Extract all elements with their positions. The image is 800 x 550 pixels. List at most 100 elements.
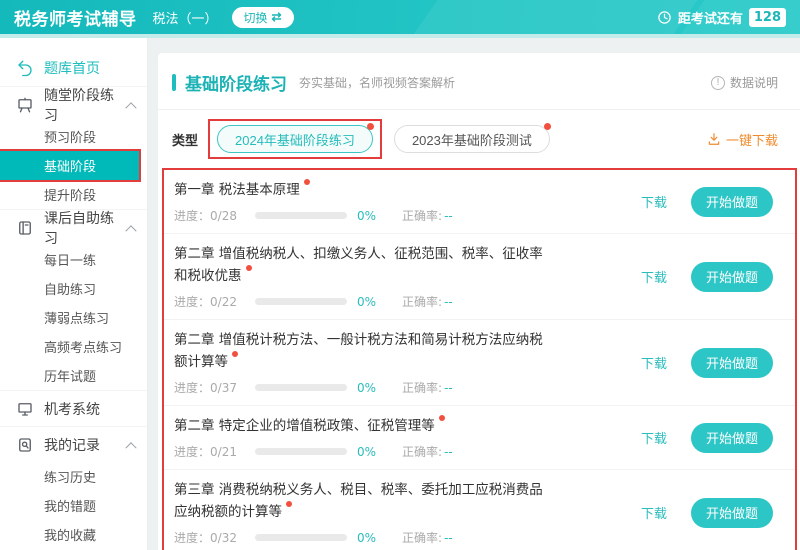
data-note-link[interactable]: ! 数据说明 (710, 74, 778, 91)
switch-button[interactable]: 切换 ⇄ (231, 6, 294, 28)
progress-label: 进度： (174, 381, 211, 395)
progress-value: 0/21 (210, 444, 237, 459)
progress-percent: 0% (356, 530, 377, 545)
chapter-title: 第三章 消费税纳税义务人、税目、税率、委托加工应税消费品应纳税额的计算等 (174, 482, 543, 520)
easel-icon (16, 96, 34, 114)
chapter-info: 第一章 税法基本原理 进度： 0/28 0% 正确率: -- (174, 179, 453, 224)
progress-label: 进度： (174, 445, 211, 459)
sidebar-item-11[interactable]: 机考系统 (0, 390, 147, 426)
sidebar-item-label: 课后自助练习 (44, 210, 114, 247)
chapter-actions: 下载 开始做题 (641, 422, 783, 453)
sidebar-item-3-selected[interactable]: 基础阶段 (0, 151, 139, 180)
sidebar-item-6[interactable]: 每日一练 (0, 245, 147, 274)
accuracy-value: -- (444, 294, 453, 309)
sidebar-item-14[interactable]: 我的错题 (0, 491, 147, 520)
start-button[interactable]: 开始做题 (690, 497, 773, 528)
chapter-title: 第二章 增值税计税方法、一般计税方法和简易计税方法应纳税额计算等 (174, 332, 543, 370)
sidebar-item-0[interactable]: 题库首页 (0, 50, 147, 86)
chapter-actions: 下载 开始做题 (641, 261, 783, 292)
start-button[interactable]: 开始做题 (690, 422, 773, 453)
badge-dot (543, 123, 551, 130)
sidebar-item-label: 提升阶段 (44, 189, 97, 204)
filter-tab-2023-basic-test[interactable]: 2023年基础阶段测试 (393, 123, 551, 153)
sidebar-item-label: 高频考点练习 (44, 341, 123, 356)
sidebar-item-label: 我的收藏 (44, 529, 97, 544)
switch-label: 切换 (243, 10, 268, 25)
annotation-box-filter-tab: 2024年基础阶段练习 (208, 119, 382, 159)
accuracy-value: -- (444, 208, 453, 223)
sidebar-item-10[interactable]: 历年试题 (0, 361, 147, 390)
new-badge-dot (232, 351, 238, 357)
filter-tab-2024-basic-practice[interactable]: 2024年基础阶段练习 (217, 123, 374, 153)
sidebar-item-8[interactable]: 薄弱点练习 (0, 303, 147, 332)
download-link[interactable]: 下载 (641, 428, 667, 447)
accuracy-label: 正确率: (402, 209, 443, 223)
new-badge-dot (286, 501, 292, 507)
main-card: 基础阶段练习 夯实基础，名师视频答案解析 ! 数据说明 类型 2024年基础阶段… (158, 53, 800, 550)
chapter-info: 第二章 增值税计税方法、一般计税方法和简易计税方法应纳税额计算等 进度： 0/3… (174, 329, 546, 396)
data-note-label: 数据说明 (729, 76, 778, 90)
progress-value: 0/22 (210, 294, 237, 309)
chapter-row: 第二章 特定企业的增值税政策、征税管理等 进度： 0/21 0% 正确率: --… (164, 405, 795, 469)
accuracy-label: 正确率: (402, 295, 443, 309)
progress-percent: 0% (356, 294, 377, 309)
countdown-days: 128 (748, 7, 786, 27)
download-link[interactable]: 下载 (641, 192, 667, 211)
sidebar: 题库首页 随堂阶段练习 预习阶段 基础阶段 提升阶段 课后自助练习 每日一练 自… (0, 38, 148, 550)
chapter-title: 第二章 增值税纳税人、扣缴义务人、征税范围、税率、征收率和税收优惠 (174, 246, 543, 284)
return-icon (16, 59, 34, 77)
badge-dot (366, 123, 374, 130)
sidebar-item-2[interactable]: 预习阶段 (0, 122, 147, 151)
start-button[interactable]: 开始做题 (690, 347, 773, 378)
sidebar-item-label: 预习阶段 (44, 131, 97, 146)
progress-label: 进度： (174, 295, 211, 309)
sidebar-item-5[interactable]: 课后自助练习 (0, 209, 147, 247)
progress-bar (254, 534, 347, 541)
sidebar-item-7[interactable]: 自助练习 (0, 274, 147, 303)
sidebar-item-label: 基础阶段 (44, 160, 97, 175)
chapter-title: 第二章 特定企业的增值税政策、征税管理等 (174, 418, 435, 434)
progress-value: 0/37 (210, 380, 237, 395)
sidebar-item-12[interactable]: 我的记录 (0, 426, 147, 462)
start-button[interactable]: 开始做题 (690, 261, 773, 292)
filter-tab-label: 2023年基础阶段测试 (411, 132, 532, 148)
chapter-actions: 下载 开始做题 (641, 497, 783, 528)
countdown-label: 距考试还有 (677, 11, 743, 27)
progress-value: 0/28 (210, 208, 237, 223)
page-header: 基础阶段练习 夯实基础，名师视频答案解析 ! 数据说明 (158, 53, 800, 110)
progress-percent: 0% (356, 444, 377, 459)
chapter-info: 第二章 增值税纳税人、扣缴义务人、征税范围、税率、征收率和税收优惠 进度： 0/… (174, 243, 546, 310)
record-icon (16, 436, 34, 454)
download-link[interactable]: 下载 (641, 267, 667, 286)
download-link[interactable]: 下载 (641, 353, 667, 372)
sidebar-item-label: 随堂阶段练习 (44, 87, 114, 124)
sidebar-item-label: 机考系统 (44, 401, 100, 418)
progress-bar (254, 212, 347, 219)
chapter-row: 第一章 税法基本原理 进度： 0/28 0% 正确率: -- 下载 开始做题 (164, 170, 795, 233)
progress-row: 进度： 0/22 0% 正确率: -- (174, 293, 546, 310)
accuracy-label: 正确率: (402, 445, 443, 459)
progress-label: 进度： (174, 531, 211, 545)
clock-icon (657, 10, 672, 25)
progress-row: 进度： 0/37 0% 正确率: -- (174, 379, 546, 396)
download-link[interactable]: 下载 (641, 503, 667, 522)
sidebar-item-label: 题库首页 (44, 61, 100, 77)
sidebar-item-label: 历年试题 (44, 370, 97, 385)
progress-bar (254, 298, 347, 305)
sidebar-item-9[interactable]: 高频考点练习 (0, 332, 147, 361)
subject-label: 税法（一） (152, 11, 218, 27)
sidebar-item-4[interactable]: 提升阶段 (0, 180, 147, 209)
start-button[interactable]: 开始做题 (690, 186, 773, 217)
accuracy-value: -- (444, 380, 453, 395)
progress-row: 进度： 0/28 0% 正确率: -- (174, 207, 453, 224)
new-badge-dot (438, 415, 445, 421)
sidebar-item-label: 自助练习 (44, 283, 97, 298)
chapter-list: 第一章 税法基本原理 进度： 0/28 0% 正确率: -- 下载 开始做题 第… (162, 168, 797, 550)
download-icon (707, 132, 721, 146)
progress-row: 进度： 0/21 0% 正确率: -- (174, 443, 453, 460)
filter-tab-label: 2024年基础阶段练习 (235, 132, 355, 148)
download-all-link[interactable]: 一键下载 (707, 130, 778, 149)
sidebar-item-13[interactable]: 练习历史 (0, 462, 147, 491)
sidebar-item-1[interactable]: 随堂阶段练习 (0, 86, 147, 124)
sidebar-item-15[interactable]: 我的收藏 (0, 520, 147, 549)
